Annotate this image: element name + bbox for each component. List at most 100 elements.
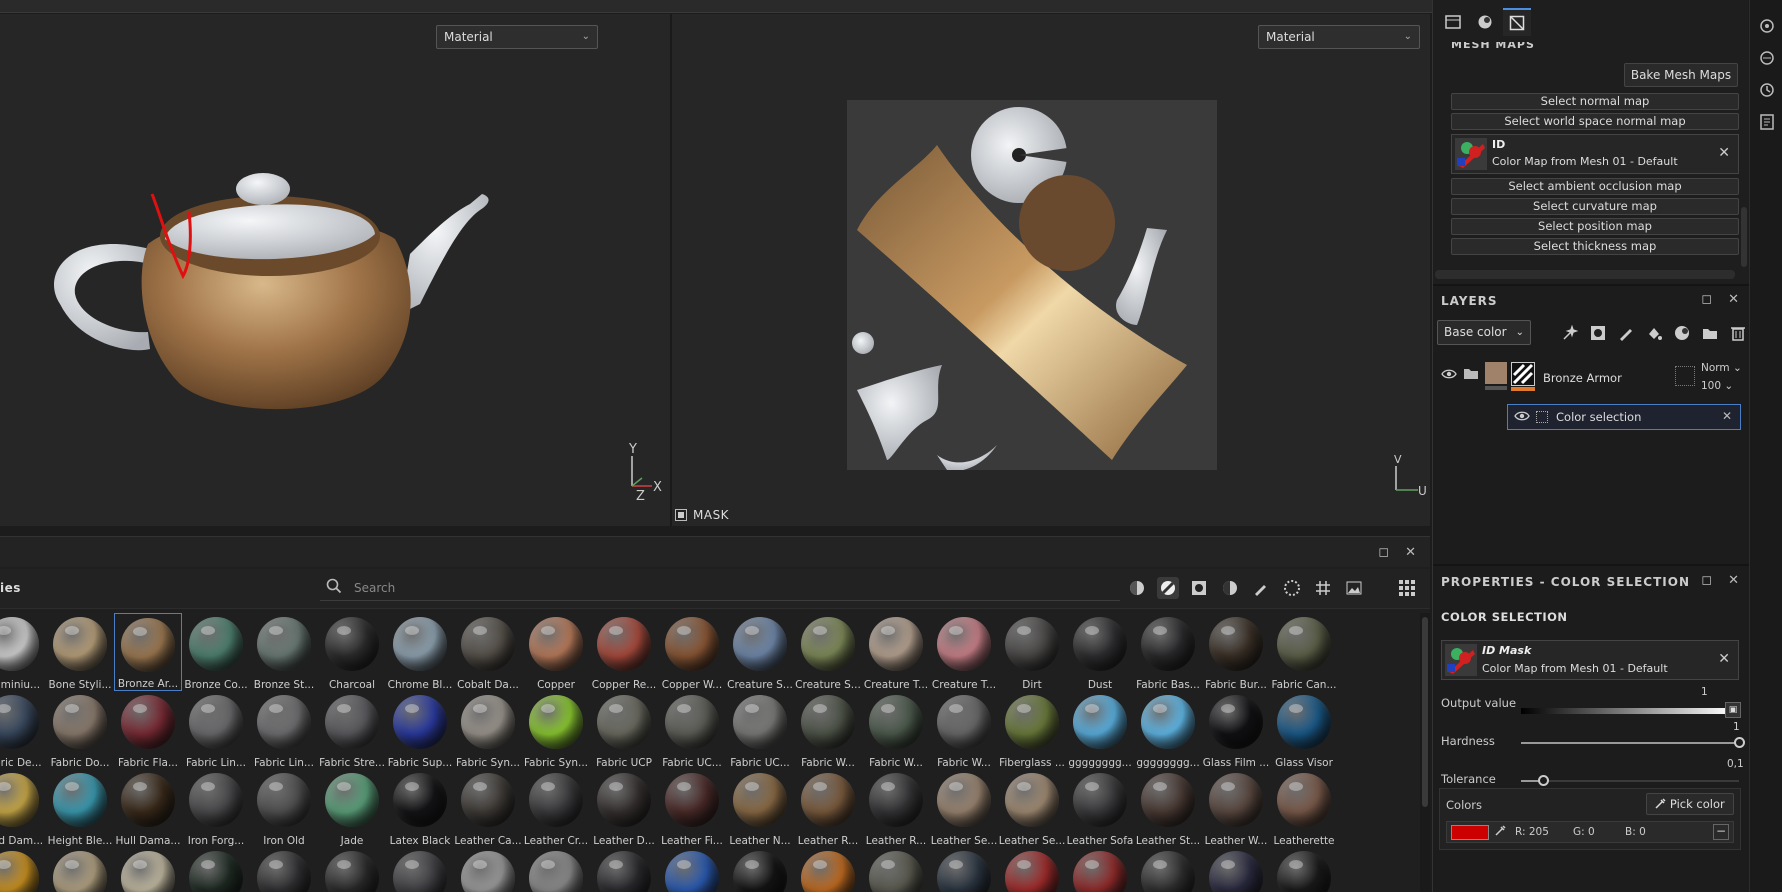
material-tile[interactable]: gggggggg... xyxy=(1066,691,1134,769)
maximize-icon[interactable]: ◻ xyxy=(1378,545,1389,560)
material-tile[interactable]: Fabric UC... xyxy=(726,691,794,769)
material-tile[interactable]: Chrome Bl... xyxy=(386,613,454,691)
close-icon[interactable]: ✕ xyxy=(1405,545,1416,560)
material-tile[interactable]: Bronze Co... xyxy=(182,613,250,691)
material-tile[interactable]: Creature T... xyxy=(862,613,930,691)
material-tile[interactable]: Creature S... xyxy=(726,613,794,691)
close-icon[interactable]: ✕ xyxy=(1728,573,1739,588)
material-tile[interactable]: Dust xyxy=(1066,613,1134,691)
delete-layer-icon[interactable] xyxy=(1727,322,1748,343)
material-tile[interactable] xyxy=(46,847,114,892)
uv-texture-preview[interactable] xyxy=(847,100,1217,470)
material-tile[interactable]: Fabric Lin... xyxy=(250,691,318,769)
maximize-icon[interactable]: ◻ xyxy=(1701,292,1712,307)
material-tile[interactable]: Leather R... xyxy=(794,769,862,847)
material-tile[interactable] xyxy=(726,847,794,892)
material-tile[interactable]: Leather St... xyxy=(1134,769,1202,847)
material-tile[interactable]: Iron Old xyxy=(250,769,318,847)
material-tile[interactable]: Creature S... xyxy=(794,613,862,691)
material-tile[interactable]: Dirt xyxy=(998,613,1066,691)
material-tile[interactable]: Charcoal xyxy=(318,613,386,691)
material-tile[interactable]: Leather N... xyxy=(726,769,794,847)
remove-effect-icon[interactable]: ✕ xyxy=(1722,409,1732,423)
material-tile[interactable]: Copper xyxy=(522,613,590,691)
bake-mesh-maps-button[interactable]: Bake Mesh Maps xyxy=(1624,63,1738,87)
texture-set-settings-tab-icon[interactable] xyxy=(1471,8,1499,36)
material-tile[interactable]: Bronze Ar... xyxy=(114,613,182,691)
log-icon[interactable] xyxy=(1759,114,1775,130)
remove-color-button[interactable]: − xyxy=(1713,824,1729,840)
material-tile[interactable]: Bronze St... xyxy=(250,613,318,691)
material-tile[interactable]: Glass Film ... xyxy=(1202,691,1270,769)
material-tile[interactable]: Fabric W... xyxy=(794,691,862,769)
effect-name[interactable]: Color selection xyxy=(1556,410,1641,424)
particles-filter-icon[interactable] xyxy=(1281,577,1303,599)
material-tile[interactable]: Aluminiu... xyxy=(0,613,46,691)
material-tile[interactable]: Creature T... xyxy=(930,613,998,691)
select-position-map-button[interactable]: Select position map xyxy=(1451,218,1739,235)
material-tile[interactable]: Cobalt Da... xyxy=(454,613,522,691)
material-tile[interactable]: Leather Fi... xyxy=(658,769,726,847)
viewport-2d[interactable]: Material ⌄ V U MASK xyxy=(672,14,1430,526)
layer-material-thumbnail[interactable] xyxy=(1485,362,1507,384)
environment-filter-icon[interactable] xyxy=(1343,577,1365,599)
material-tile[interactable]: Leather Cr... xyxy=(522,769,590,847)
select-thickness-map-button[interactable]: Select thickness map xyxy=(1451,238,1739,255)
blend-mode-icon[interactable] xyxy=(1675,366,1695,386)
grid-view-icon[interactable] xyxy=(1398,579,1416,600)
texture-set-list-tab-icon[interactable] xyxy=(1439,8,1467,36)
add-mask-icon[interactable] xyxy=(1587,322,1608,343)
color-entry[interactable]: R: 205 G: 0 B: 0 − xyxy=(1446,821,1734,843)
add-effect-icon[interactable] xyxy=(1559,322,1580,343)
material-tile[interactable]: Copper W... xyxy=(658,613,726,691)
material-tile[interactable] xyxy=(930,847,998,892)
teapot-model[interactable] xyxy=(0,14,670,526)
mask-filter-icon[interactable] xyxy=(1188,577,1210,599)
color-mode-toggle-icon[interactable]: ▣ xyxy=(1725,702,1741,718)
mask-toggle[interactable]: MASK xyxy=(675,508,729,522)
smart-material-filter-icon[interactable] xyxy=(1126,577,1148,599)
material-tile[interactable]: Leather Ca... xyxy=(454,769,522,847)
material-tile[interactable]: Leather D... xyxy=(590,769,658,847)
channel-dropdown[interactable]: Base color ⌄ xyxy=(1437,320,1531,345)
material-tile[interactable] xyxy=(658,847,726,892)
material-tile[interactable] xyxy=(386,847,454,892)
output-value-slider[interactable] xyxy=(1521,705,1736,715)
material-tile[interactable]: Leatherette xyxy=(1270,769,1338,847)
material-tile[interactable] xyxy=(1270,847,1338,892)
clear-id-map-icon[interactable]: ✕ xyxy=(1718,145,1730,161)
material-tile[interactable]: Glass Visor xyxy=(1270,691,1338,769)
brush-filter-icon[interactable] xyxy=(1250,577,1272,599)
material-tile[interactable]: Fiberglass ... xyxy=(998,691,1066,769)
clear-id-mask-icon[interactable]: ✕ xyxy=(1718,651,1730,667)
material-tile[interactable]: Bone Styli... xyxy=(46,613,114,691)
material-tile[interactable]: Leather Se... xyxy=(930,769,998,847)
material-tile[interactable] xyxy=(1134,847,1202,892)
close-icon[interactable]: ✕ xyxy=(1728,292,1739,307)
material-tile[interactable]: Height Ble... xyxy=(46,769,114,847)
color-swatch[interactable] xyxy=(1451,825,1489,840)
material-tile[interactable] xyxy=(318,847,386,892)
material-tile[interactable] xyxy=(522,847,590,892)
material-tile[interactable]: Leather W... xyxy=(1202,769,1270,847)
viewport-3d[interactable]: Material ⌄ Y X Z xyxy=(0,14,670,526)
material-tile[interactable]: Leather Se... xyxy=(998,769,1066,847)
texture-filter-icon[interactable] xyxy=(1312,577,1334,599)
id-mask-slot[interactable]: ID Mask Color Map from Mesh 01 - Default… xyxy=(1441,640,1739,680)
material-tile[interactable] xyxy=(794,847,862,892)
add-fill-layer-icon[interactable] xyxy=(1643,322,1664,343)
tolerance-slider-handle[interactable] xyxy=(1537,775,1549,786)
mesh-maps-horizontal-scrollbar[interactable] xyxy=(1435,270,1735,279)
add-smart-material-icon[interactable] xyxy=(1671,322,1692,343)
material-tile[interactable] xyxy=(1066,847,1134,892)
select-curvature-map-button[interactable]: Select curvature map xyxy=(1451,198,1739,215)
material-tile[interactable]: Fabric W... xyxy=(930,691,998,769)
tolerance-slider[interactable] xyxy=(1521,775,1739,786)
material-tile[interactable]: Fabric UCP xyxy=(590,691,658,769)
material-tile[interactable]: Fabric De... xyxy=(0,691,46,769)
material-tile[interactable]: Fabric UC... xyxy=(658,691,726,769)
pick-color-button[interactable]: Pick color xyxy=(1646,793,1734,815)
material-tile[interactable]: Fabric Can... xyxy=(1270,613,1338,691)
layer-row-bronze-armor[interactable]: Bronze Armor Norm ⌄ 100 ⌄ xyxy=(1433,358,1749,398)
eyedropper-icon[interactable] xyxy=(1495,825,1506,839)
